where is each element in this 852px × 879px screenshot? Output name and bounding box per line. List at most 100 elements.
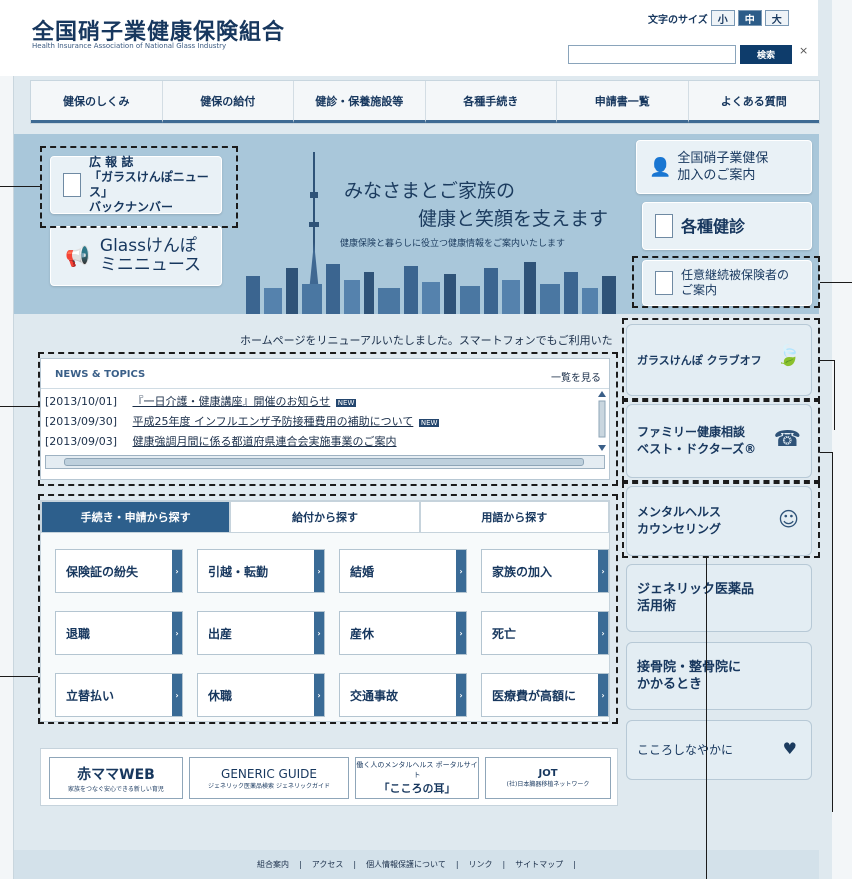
news-horizontal-scrollbar[interactable] xyxy=(45,455,605,469)
footer-link-privacy[interactable]: 個人情報保護について xyxy=(361,859,451,870)
generic-drugs-line2: 活用術 xyxy=(637,599,677,614)
kokoro-no-mimi-sub: 「こころの耳」 xyxy=(378,782,456,795)
footer-separator: | xyxy=(353,860,357,869)
news-link[interactable]: 『一日介護・健康講座』開催のお知らせ xyxy=(133,395,331,408)
news-topics-panel: NEWS & TOPICS 一覧を見る [2013/10/01] 『一日介護・健… xyxy=(40,358,610,480)
chevron-right-icon: › xyxy=(456,612,466,654)
procedure-label: 引越・転勤 xyxy=(208,564,269,579)
procedure-item[interactable]: 退職 › xyxy=(55,611,183,655)
procedure-label: 保険証の紛失 xyxy=(66,564,139,579)
mini-news-line2: ミニニュース xyxy=(99,255,202,275)
tab-glossary[interactable]: 用語から探す xyxy=(419,501,609,533)
akamama-sub: 家族をつなぐ安心できる新しい育児 xyxy=(68,785,164,793)
procedure-item[interactable]: 出産 › xyxy=(197,611,325,655)
akamama-banner[interactable]: 赤ママWEB 家族をつなぐ安心できる新しい育児 xyxy=(49,757,183,799)
document-icon xyxy=(655,271,673,295)
news-item[interactable]: [2013/09/30] 平成25年度 インフルエンザ予防接種費用の補助について… xyxy=(45,413,601,429)
membership-line2: 加入のご案内 xyxy=(677,168,756,183)
procedure-item[interactable]: 立替払い › xyxy=(55,673,183,717)
membership-info-link[interactable]: 👤 全国硝子業健保 加入のご案内 xyxy=(636,140,812,194)
news-link[interactable]: 健康強調月間に係る都道府県連合会実施事業のご案内 xyxy=(133,435,397,448)
hero-tagline: 健康保険と暮らしに役立つ健康情報をご案内いたします xyxy=(340,239,566,249)
footer-link-about[interactable]: 組合案内 xyxy=(252,859,294,870)
page-left-edge xyxy=(0,0,14,879)
generic-guide-banner[interactable]: GENERIC GUIDE ジェネリック医薬品検索 ジェネリックガイド xyxy=(189,757,349,799)
search-clear-icon[interactable]: × xyxy=(799,44,808,57)
search-input[interactable] xyxy=(568,45,736,64)
nav-item-benefits[interactable]: 健保の給付 xyxy=(162,81,294,123)
news-item[interactable]: [2013/09/03] 健康強調月間に係る都道府県連合会実施事業のご案内 xyxy=(45,433,601,449)
newsletter-backnumber-link[interactable]: 広 報 誌 「ガラスけんぽニュース」 バックナンバー xyxy=(50,155,222,214)
procedure-item[interactable]: 死亡 › xyxy=(481,611,609,655)
mini-news-link[interactable]: 📢 Glassけんぽ ミニニュース xyxy=(50,226,222,286)
family-health-consult-link[interactable]: ファミリー健康相談 ベスト・ドクターズ® ☎ xyxy=(626,404,812,478)
procedure-label: 休職 xyxy=(208,688,233,703)
tab-benefits[interactable]: 給付から探す xyxy=(230,501,420,533)
footer-link-links[interactable]: リンク xyxy=(464,859,498,870)
news-item[interactable]: [2013/10/01] 『一日介護・健康講座』開催のお知らせ NEW xyxy=(45,393,601,409)
kokoro-no-mimi-title: 働く人のメンタルヘルス ポータルサイト xyxy=(356,761,478,779)
news-link[interactable]: 平成25年度 インフルエンザ予防接種費用の補助について xyxy=(133,415,414,428)
nav-item-faq[interactable]: よくある質問 xyxy=(688,81,819,123)
hero-headline-1: みなさまとご家族の xyxy=(344,180,516,202)
procedure-label: 立替払い xyxy=(66,688,115,703)
chevron-right-icon: › xyxy=(172,550,182,592)
callout-line xyxy=(820,452,832,453)
mini-news-line1: Glassけんぽ xyxy=(99,236,197,256)
procedure-item[interactable]: 家族の加入 › xyxy=(481,549,609,593)
chevron-right-icon: › xyxy=(314,550,324,592)
site-footer: 組合案内 | アクセス | 個人情報保護について | リンク | サイトマップ … xyxy=(14,850,819,879)
new-badge: NEW xyxy=(335,399,357,407)
news-title: NEWS & TOPICS xyxy=(55,369,146,380)
kokoro-no-mimi-banner[interactable]: 働く人のメンタルヘルス ポータルサイト 「こころの耳」 xyxy=(355,757,479,799)
site-header: 全国硝子業健康保険組合 Health Insurance Association… xyxy=(0,0,818,76)
jot-sub: (社)日本臓器移植ネットワーク xyxy=(506,781,590,788)
callout-line xyxy=(820,360,834,361)
news-date: [2013/10/01] xyxy=(45,395,117,408)
club-off-link[interactable]: ガラスけんぽ クラブオフ 🍃 xyxy=(626,324,812,396)
voluntary-continuation-link[interactable]: 任意継続被保険者の ご案内 xyxy=(642,260,812,306)
generic-drugs-link[interactable]: ジェネリック医薬品 活用術 xyxy=(626,564,812,632)
page-right-edge xyxy=(832,0,852,879)
mental-health-link[interactable]: メンタルヘルス カウンセリング ☺ xyxy=(626,486,812,556)
procedure-item[interactable]: 引越・転勤 › xyxy=(197,549,325,593)
kokoro-link[interactable]: こころしなやかに ♥ xyxy=(626,720,812,780)
font-size-small-button[interactable]: 小 xyxy=(710,10,735,26)
procedure-item[interactable]: 休職 › xyxy=(197,673,325,717)
news-header: NEWS & TOPICS 一覧を見る xyxy=(41,359,609,389)
nav-item-procedures[interactable]: 各種手続き xyxy=(425,81,557,123)
tab-procedures[interactable]: 手続き・申請から探す xyxy=(41,501,231,533)
news-vertical-scrollbar[interactable] xyxy=(597,389,607,453)
hero-headline-2: 健康と笑顔を支えます xyxy=(418,208,609,230)
procedure-label: 結婚 xyxy=(350,564,375,579)
nav-item-forms[interactable]: 申請書一覧 xyxy=(557,81,689,123)
footer-link-access[interactable]: アクセス xyxy=(307,859,349,870)
nav-item-checkups[interactable]: 健診・保養施設等 xyxy=(294,81,426,123)
bonesetter-line1: 接骨院・整骨院に xyxy=(637,660,742,675)
callout-line xyxy=(706,558,707,879)
procedure-item[interactable]: 結婚 › xyxy=(339,549,467,593)
generic-guide-title: GENERIC GUIDE xyxy=(221,766,317,781)
family-health-line1: ファミリー健康相談 xyxy=(637,425,746,439)
voluntary-line2: ご案内 xyxy=(681,283,718,297)
checkups-link[interactable]: 各種健診 xyxy=(642,202,812,250)
procedure-item[interactable]: 医療費が高額に › xyxy=(481,673,609,717)
procedure-item[interactable]: 産休 › xyxy=(339,611,467,655)
callout-line xyxy=(834,360,835,430)
scrollbar-thumb[interactable] xyxy=(64,458,584,466)
font-size-large-button[interactable]: 大 xyxy=(764,10,789,26)
newsletter-line1: 広 報 誌 xyxy=(89,155,134,169)
search-button[interactable]: 検索 xyxy=(740,45,792,64)
news-more-link[interactable]: 一覧を見る xyxy=(551,369,601,384)
footer-link-sitemap[interactable]: サイトマップ xyxy=(510,859,568,870)
procedure-item[interactable]: 保険証の紛失 › xyxy=(55,549,183,593)
procedure-item[interactable]: 交通事故 › xyxy=(339,673,467,717)
generic-drugs-line1: ジェネリック医薬品 xyxy=(637,582,755,597)
document-icon xyxy=(655,214,673,238)
bonesetter-link[interactable]: 接骨院・整骨院に かかるとき xyxy=(626,642,812,710)
font-size-medium-button[interactable]: 中 xyxy=(737,10,762,26)
nav-item-system[interactable]: 健保のしくみ xyxy=(31,81,163,123)
news-date: [2013/09/30] xyxy=(45,415,117,428)
chevron-right-icon: › xyxy=(598,550,608,592)
jot-banner[interactable]: JOT (社)日本臓器移植ネットワーク xyxy=(485,757,611,799)
